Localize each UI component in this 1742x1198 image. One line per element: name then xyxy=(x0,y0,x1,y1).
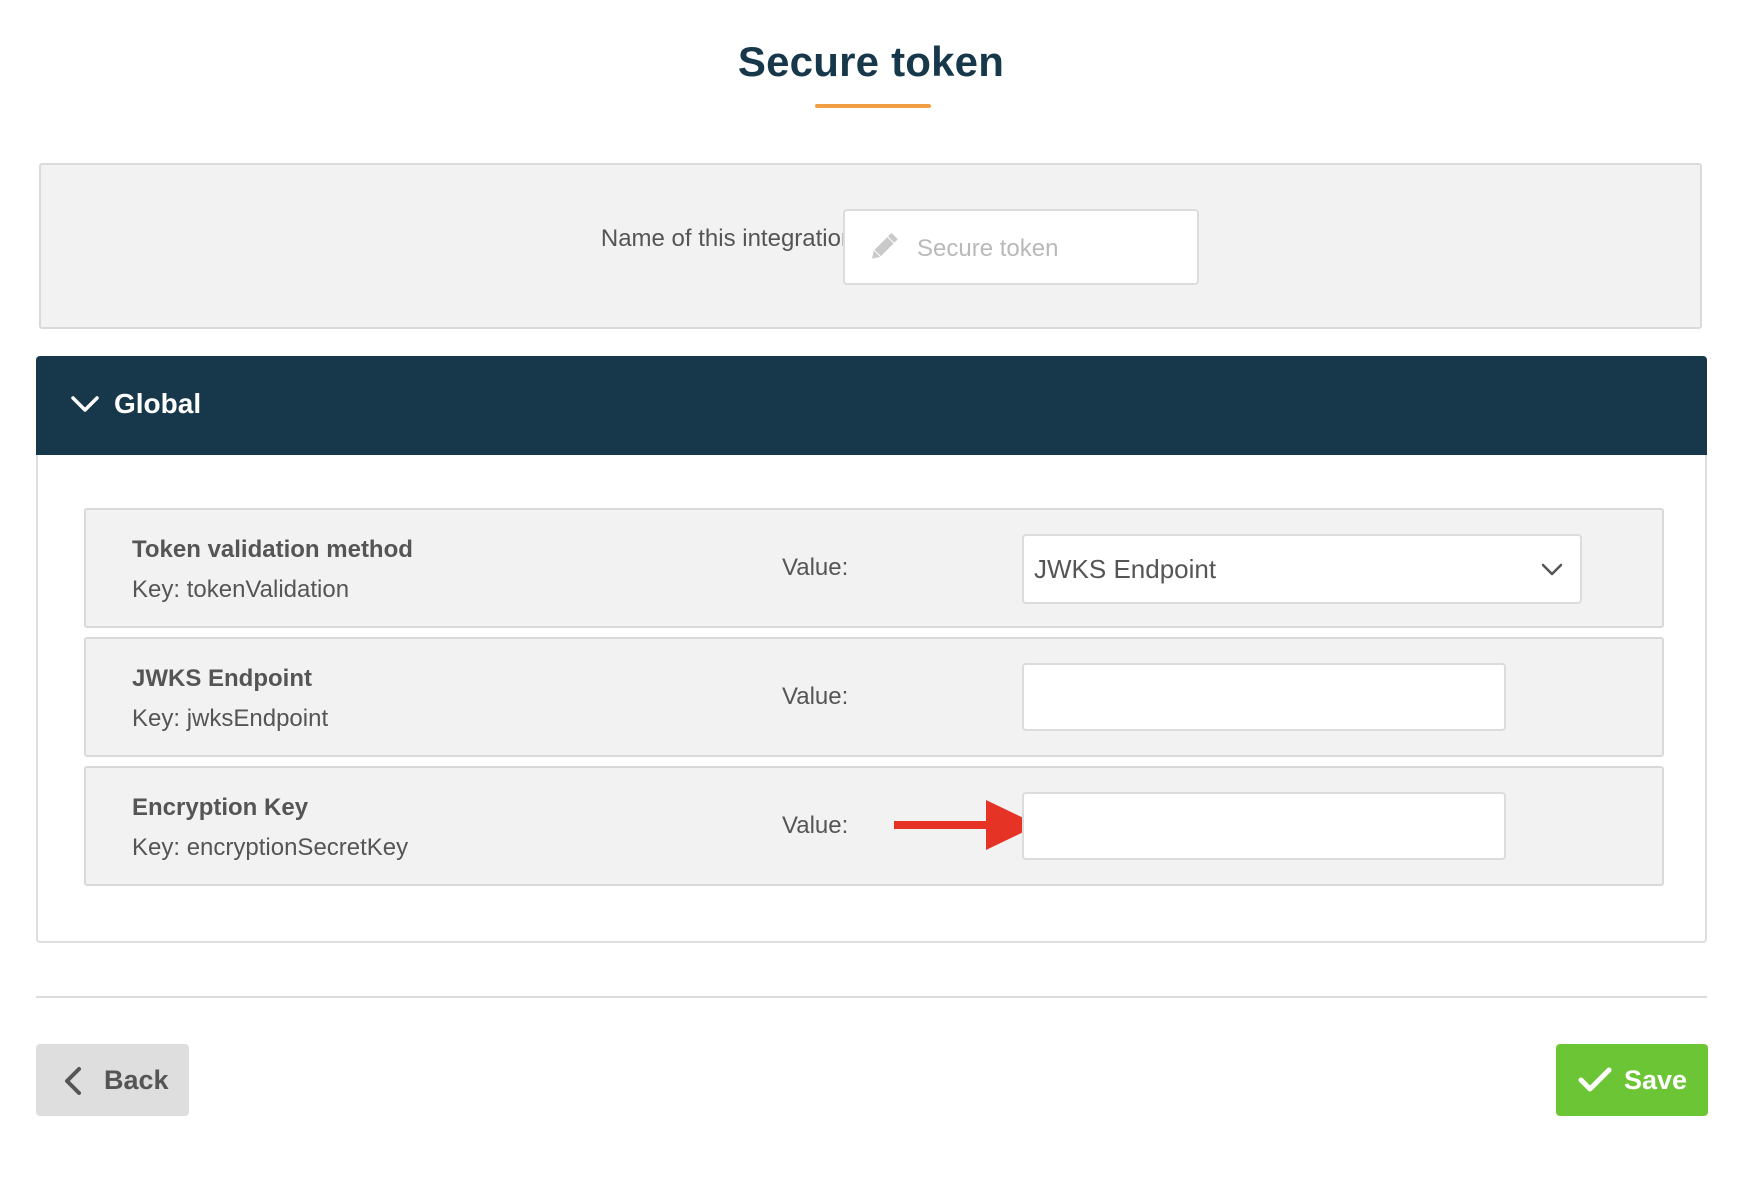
setting-row-token-validation: Token validation method Key: tokenValida… xyxy=(84,508,1664,628)
global-section-header[interactable]: Global xyxy=(36,356,1707,455)
setting-name: Token validation method xyxy=(132,536,413,563)
footer-divider xyxy=(36,996,1707,998)
pencil-icon xyxy=(872,233,898,259)
save-button[interactable]: Save xyxy=(1556,1044,1708,1116)
integration-name-placeholder: Secure token xyxy=(917,235,1059,262)
jwks-endpoint-input[interactable] xyxy=(1022,663,1506,731)
integration-name-input[interactable]: Secure token xyxy=(843,209,1199,285)
chevron-left-icon xyxy=(65,1067,81,1095)
integration-name-label: Name of this integration: xyxy=(600,225,861,252)
setting-row-encryption-key: Encryption Key Key: encryptionSecretKey … xyxy=(84,766,1664,886)
value-label: Value: xyxy=(782,812,849,839)
check-icon xyxy=(1578,1067,1612,1092)
select-value: JWKS Endpoint xyxy=(1034,554,1217,584)
page-title: Secure token xyxy=(737,38,1005,85)
chevron-down-icon xyxy=(1541,563,1563,576)
setting-key: Key: jwksEndpoint xyxy=(132,705,329,732)
section-title: Global xyxy=(114,388,202,419)
value-label: Value: xyxy=(782,683,849,710)
value-label: Value: xyxy=(782,554,849,581)
setting-key: Key: encryptionSecretKey xyxy=(132,834,409,861)
token-validation-select[interactable]: JWKS Endpoint xyxy=(1022,534,1582,604)
title-underline xyxy=(815,104,931,108)
setting-key: Key: tokenValidation xyxy=(132,576,350,603)
red-arrow-icon xyxy=(894,800,1038,850)
encryption-key-input[interactable] xyxy=(1022,792,1506,860)
chevron-down-icon xyxy=(71,396,99,412)
back-label: Back xyxy=(104,1065,169,1095)
back-button[interactable]: Back xyxy=(36,1044,189,1116)
setting-name: JWKS Endpoint xyxy=(132,665,312,692)
global-section-body: Token validation method Key: tokenValida… xyxy=(36,455,1707,943)
setting-name: Encryption Key xyxy=(132,794,309,821)
setting-row-jwks-endpoint: JWKS Endpoint Key: jwksEndpoint Value: xyxy=(84,637,1664,757)
save-label: Save xyxy=(1624,1065,1688,1095)
integration-name-panel: Name of this integration: Secure token xyxy=(39,163,1702,329)
